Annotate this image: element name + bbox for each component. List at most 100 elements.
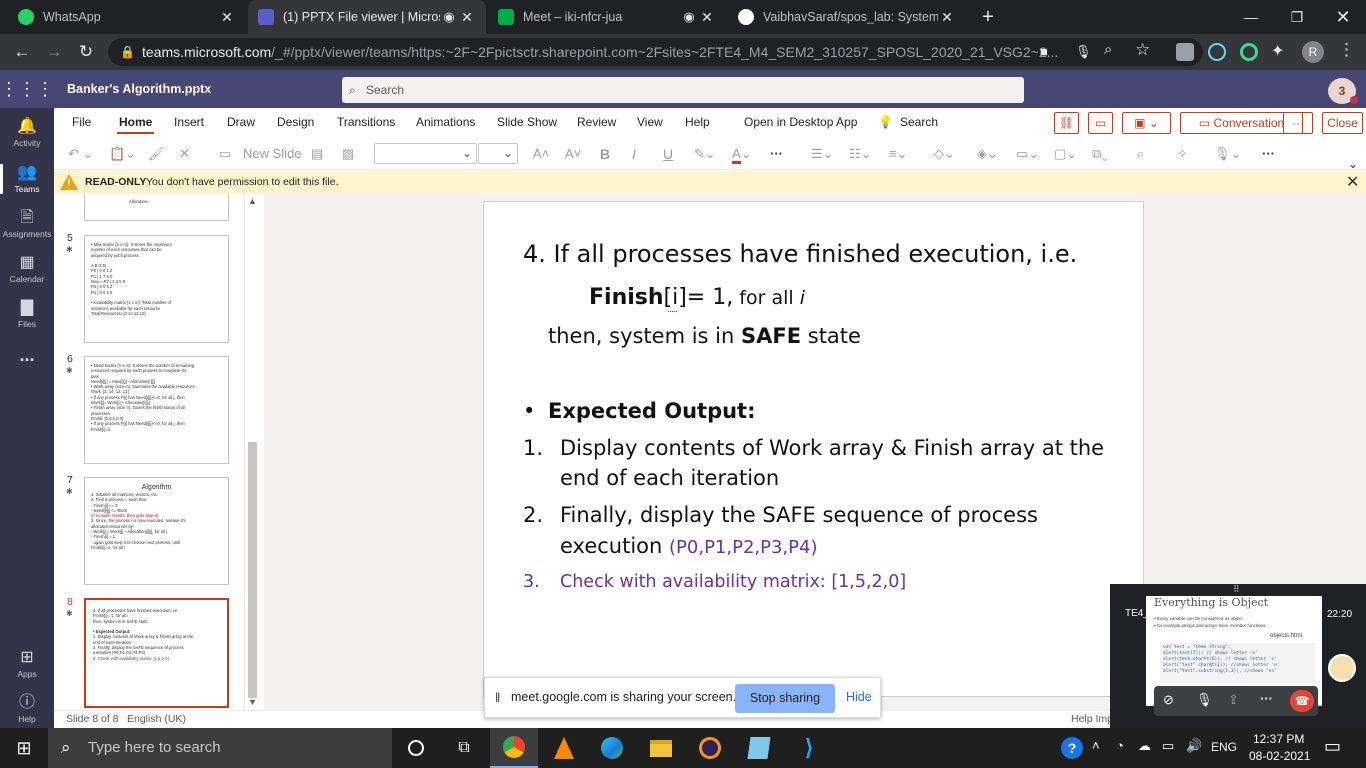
scrollbar-thumb[interactable] bbox=[248, 442, 257, 698]
browser-menu-icon[interactable]: ⋮ bbox=[1338, 40, 1355, 60]
new-slide-icon[interactable]: ▭ bbox=[219, 144, 231, 164]
camera-off-icon[interactable]: ⊘ bbox=[1163, 692, 1174, 708]
slide-thumbnail-8[interactable]: 4. If all processes have finished execut… bbox=[84, 598, 229, 708]
slide-thumbnail-7[interactable]: Algorithm 1. Initialize all matrices, ve… bbox=[84, 477, 229, 585]
delete-icon[interactable]: ✕ bbox=[179, 144, 190, 164]
more-options-icon[interactable]: ··· bbox=[1260, 691, 1273, 706]
rail-item-calendar[interactable]: ▦ Calendar bbox=[0, 246, 54, 291]
app-launcher-icon[interactable]: ⋮⋮⋮ bbox=[0, 70, 54, 108]
designer-icon[interactable]: ✧ bbox=[1177, 144, 1188, 164]
tab-pptx-viewer[interactable]: (1) PPTX File viewer | Microsc ◉ ✕ bbox=[248, 0, 486, 34]
font-size-select[interactable]: ⌄ bbox=[478, 143, 518, 164]
close-tab-icon[interactable]: ✕ bbox=[458, 9, 476, 26]
format-painter-icon[interactable]: 🖌 bbox=[148, 144, 165, 164]
forward-button[interactable]: → bbox=[41, 40, 67, 64]
dictate-icon[interactable]: 🎙⌄ bbox=[1214, 144, 1241, 164]
undo-icon[interactable]: ↶ ⌄ bbox=[68, 144, 93, 164]
highlight-icon[interactable]: ✎⌄ bbox=[694, 144, 716, 164]
slide-thumbnail-4[interactable]: Allocation= bbox=[84, 194, 229, 221]
rail-item-help[interactable]: ⓘ Help bbox=[0, 686, 54, 731]
tab-home[interactable]: Home bbox=[116, 108, 155, 138]
close-tab-icon[interactable]: ✕ bbox=[698, 9, 716, 26]
shape-fill-icon[interactable]: ◈⌄ bbox=[977, 144, 998, 164]
zoom-icon[interactable]: ⌕ bbox=[1104, 41, 1112, 58]
camera-blocked-icon[interactable]: ■ bbox=[1040, 43, 1056, 59]
drag-handle-icon[interactable]: ⠿ bbox=[1233, 584, 1240, 595]
font-name-select[interactable]: ⌄ bbox=[374, 143, 477, 164]
tab-whatsapp[interactable]: WhatsApp ✕ bbox=[8, 0, 246, 34]
url-field[interactable]: 🔒 teams.microsoft.com/_#/pptx/viewer/tea… bbox=[108, 38, 1203, 66]
puzzle-extensions-icon[interactable]: ✦ bbox=[1271, 41, 1284, 61]
language-status[interactable]: English (UK) bbox=[127, 711, 186, 728]
tab-slide-show[interactable]: Slide Show bbox=[497, 108, 557, 138]
background-icon[interactable]: ▨ bbox=[342, 144, 354, 164]
more-formatting-icon[interactable]: ··· bbox=[770, 144, 783, 164]
new-tab-button[interactable]: + bbox=[976, 4, 1000, 30]
screenshot-extension-icon[interactable] bbox=[1176, 43, 1194, 61]
thumbnail-scrollbar[interactable]: ▲ ▼ bbox=[244, 194, 260, 710]
notifications-icon[interactable]: ▭ bbox=[1324, 736, 1341, 757]
hide-button[interactable]: Hide bbox=[846, 690, 872, 704]
search-input[interactable]: ⌕ Search bbox=[342, 77, 1024, 103]
volume-icon[interactable]: 🔊 bbox=[1186, 738, 1202, 754]
slide-thumbnail-6[interactable]: • Need matrix (n x m): It stores the num… bbox=[84, 356, 229, 464]
mic-off-icon[interactable]: 🎙 bbox=[1196, 692, 1213, 708]
profile-avatar[interactable]: R bbox=[1302, 41, 1324, 63]
font-color-icon[interactable]: A⌄ bbox=[732, 144, 752, 164]
comment-icon[interactable]: ▭ bbox=[1088, 112, 1113, 134]
vscode-taskbar-icon[interactable]: ⟩ bbox=[785, 728, 833, 768]
reload-button[interactable]: ↻ bbox=[73, 40, 99, 64]
shape-outline-icon[interactable]: ▭⌄ bbox=[1016, 144, 1039, 164]
hang-up-icon[interactable]: ☎ bbox=[1290, 690, 1314, 712]
chrome-taskbar-icon[interactable] bbox=[490, 728, 538, 768]
maximize-button[interactable]: ❐ bbox=[1274, 0, 1320, 34]
slide-thumbnail-5[interactable]: • Max matrix (n x m): It stores the maxi… bbox=[84, 235, 229, 343]
dismiss-banner-icon[interactable]: ✕ bbox=[1346, 171, 1359, 194]
react-extension-icon[interactable] bbox=[1208, 43, 1226, 61]
minimize-button[interactable]: — bbox=[1228, 0, 1274, 34]
tab-insert[interactable]: Insert bbox=[174, 108, 204, 138]
input-language[interactable]: ENG bbox=[1211, 740, 1237, 754]
stop-sharing-button[interactable]: Stop sharing bbox=[735, 684, 835, 713]
more-options-button[interactable]: ··· bbox=[1283, 112, 1313, 134]
current-slide[interactable]: 4. If all processes have finished execut… bbox=[483, 201, 1144, 697]
bold-icon[interactable]: B bbox=[600, 144, 610, 164]
bookmark-star-icon[interactable]: ☆ bbox=[1135, 40, 1150, 60]
vlc-taskbar-icon[interactable] bbox=[540, 728, 588, 768]
tab-help[interactable]: Help bbox=[685, 108, 710, 138]
italic-icon[interactable]: I bbox=[632, 144, 636, 164]
rail-item-assignments[interactable]: 🗎 Assignments bbox=[0, 201, 54, 246]
edge-taskbar-icon[interactable] bbox=[588, 728, 636, 768]
start-button[interactable]: ⊞ bbox=[0, 728, 48, 768]
tray-overflow-icon[interactable]: ˄ bbox=[1092, 738, 1100, 753]
taskbar-search-input[interactable]: ⌕ Type here to search bbox=[48, 728, 392, 768]
tab-review[interactable]: Review bbox=[577, 108, 616, 138]
grow-font-icon[interactable]: A˄ bbox=[533, 144, 549, 164]
scroll-down-icon[interactable]: ▼ bbox=[248, 697, 257, 707]
layout-icon[interactable]: ▤ bbox=[311, 144, 323, 164]
tell-me-search[interactable]: Search bbox=[900, 108, 938, 138]
window-close-button[interactable]: ✕ bbox=[1320, 0, 1366, 34]
help-improve-link[interactable]: Help Imp bbox=[1071, 711, 1113, 728]
arrange-icon[interactable]: ⧉⌄ bbox=[1092, 144, 1107, 164]
tab-transitions[interactable]: Transitions bbox=[337, 108, 395, 138]
rail-item-files[interactable]: ▇ Files bbox=[0, 291, 54, 336]
clock-time[interactable]: 12:37 PM bbox=[1253, 732, 1304, 746]
new-slide-button[interactable]: New Slide bbox=[243, 144, 302, 164]
wifi-icon[interactable]: ◔ bbox=[1116, 738, 1124, 753]
underline-icon[interactable]: U bbox=[663, 144, 673, 164]
tab-github[interactable]: VaibhavSaraf/spos_lab: System Pr ✕ bbox=[728, 0, 966, 34]
close-tab-icon[interactable]: ✕ bbox=[218, 9, 236, 26]
open-in-desktop-button[interactable]: Open in Desktop App bbox=[744, 108, 857, 138]
tab-draw[interactable]: Draw bbox=[227, 108, 255, 138]
tab-view[interactable]: View bbox=[637, 108, 663, 138]
close-document-button[interactable]: Close bbox=[1322, 112, 1363, 134]
notepad-taskbar-icon[interactable] bbox=[735, 728, 783, 768]
tab-design[interactable]: Design bbox=[277, 108, 314, 138]
clock-date[interactable]: 08-02-2021 bbox=[1249, 749, 1310, 763]
close-tab-icon[interactable]: ✕ bbox=[938, 9, 956, 26]
shrink-font-icon[interactable]: A˅ bbox=[565, 144, 581, 164]
rail-item-apps[interactable]: ⊞ Apps bbox=[0, 641, 54, 686]
extension-circle-icon[interactable] bbox=[1240, 43, 1258, 61]
more-toolbar-icon[interactable]: ··· bbox=[1262, 144, 1275, 164]
